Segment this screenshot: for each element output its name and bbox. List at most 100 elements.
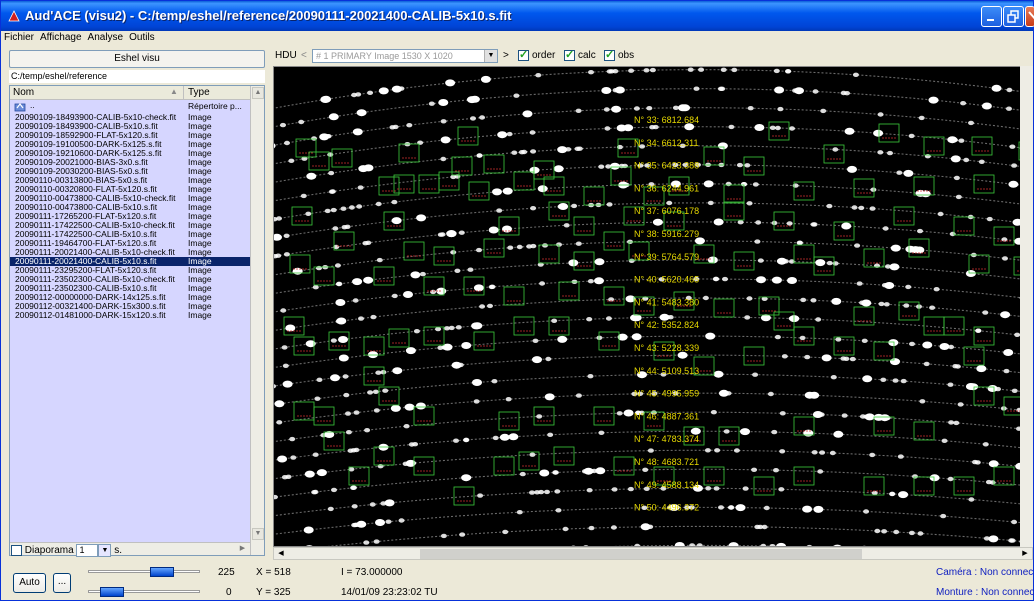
file-list-vertical-scrollbar[interactable]: ▲ ▼ xyxy=(250,86,264,555)
diaporama-interval-input[interactable]: 1 xyxy=(76,544,99,557)
app-icon xyxy=(8,10,20,22)
emission-line-spot xyxy=(321,95,332,103)
emission-line-spot xyxy=(406,123,413,128)
menu-fichier[interactable]: Fichier xyxy=(1,31,37,43)
emission-line-spot xyxy=(900,378,907,384)
emission-line-spot xyxy=(647,448,654,453)
emission-line-spot xyxy=(603,107,610,112)
order-checkbox-group[interactable]: order xyxy=(518,48,555,61)
emission-line-spot xyxy=(316,469,327,477)
emission-line-spot xyxy=(756,276,766,284)
emission-line-spot xyxy=(797,240,803,245)
scroll-down-arrow-icon[interactable]: ▼ xyxy=(252,528,264,540)
emission-line-spot xyxy=(849,356,856,362)
hdu-prev-button[interactable]: < xyxy=(301,50,307,61)
order-label: N° 47: 4783.374 xyxy=(634,434,699,444)
emission-line-spot xyxy=(537,185,548,193)
viewer-horizontal-scrollbar[interactable]: ◀ ▶ xyxy=(273,547,1033,560)
emission-line-spot xyxy=(717,142,728,150)
emission-line-spot xyxy=(440,533,447,539)
viewer-scroll-thumb[interactable] xyxy=(420,549,862,559)
emission-line-spot xyxy=(735,504,746,512)
more-options-button[interactable]: ... xyxy=(53,573,71,593)
emission-line-spot xyxy=(285,474,292,479)
echelle-spectrum-canvas[interactable]: N° 33: 6812.684 N° 34: 6612.311 N° 35: 642… xyxy=(274,67,1033,547)
emission-line-spot xyxy=(817,469,824,474)
emission-line-spot xyxy=(893,529,900,535)
diaporama-dropdown-arrow-icon[interactable]: ▼ xyxy=(98,544,112,557)
emission-line-spot xyxy=(496,208,503,213)
emission-line-spot xyxy=(372,389,379,394)
close-button[interactable] xyxy=(1025,6,1034,27)
viewer-scroll-left-arrow-icon[interactable]: ◀ xyxy=(275,548,287,559)
current-path[interactable]: C:/temp/eshel/reference xyxy=(9,70,265,83)
auto-button[interactable]: Auto xyxy=(13,573,46,593)
emission-line-spot xyxy=(316,377,323,382)
line-detection-box xyxy=(718,426,740,446)
minimize-button[interactable] xyxy=(981,6,1002,27)
emission-line-spot xyxy=(563,223,570,228)
restore-button[interactable] xyxy=(1003,6,1024,27)
high-threshold-knob[interactable] xyxy=(150,567,174,577)
low-threshold-slider[interactable] xyxy=(88,587,200,597)
low-threshold-knob[interactable] xyxy=(100,587,124,597)
emission-line-spot xyxy=(633,106,640,111)
emission-line-spot xyxy=(611,487,618,492)
title-bar[interactable]: Aud'ACE (visu2) - C:/temp/eshel/referenc… xyxy=(1,1,1034,31)
menu-outils[interactable]: Outils xyxy=(126,31,158,43)
emission-line-spot xyxy=(335,299,346,306)
file-row[interactable]: 20090112-01481000-DARK-15x120.s.fit Image xyxy=(10,311,250,320)
line-detection-box xyxy=(498,411,520,431)
emission-line-spot xyxy=(536,414,543,419)
emission-line-spot xyxy=(752,182,759,187)
emission-line-spot xyxy=(595,467,606,475)
camera-status: Caméra : Non connecté xyxy=(936,567,1034,578)
chevron-down-icon[interactable]: ▼ xyxy=(484,50,497,62)
line-detection-box xyxy=(723,184,745,204)
menu-analyse[interactable]: Analyse xyxy=(85,31,127,43)
emission-line-spot xyxy=(316,265,322,271)
menu-affichage[interactable]: Affichage xyxy=(37,31,85,43)
emission-line-spot xyxy=(981,102,992,110)
file-list[interactable]: Nom ▲ Type .. Répertoire p... 20090109-1… xyxy=(9,85,265,556)
line-detection-box xyxy=(583,186,605,206)
line-detection-box xyxy=(813,256,835,276)
order-label: N° 48: 4683.721 xyxy=(634,457,699,467)
high-threshold-slider[interactable] xyxy=(88,567,200,577)
emission-line-spot xyxy=(702,295,709,301)
eshel-visu-button[interactable]: Eshel visu xyxy=(9,50,265,68)
emission-line-spot xyxy=(350,485,357,490)
column-header-type[interactable]: Type xyxy=(183,86,210,100)
emission-line-spot xyxy=(889,491,896,497)
emission-line-spot xyxy=(879,414,890,422)
column-header-name[interactable]: Nom xyxy=(13,87,34,98)
hdu-next-button[interactable]: > xyxy=(503,50,509,61)
viewer-vertical-scrollbar[interactable] xyxy=(1020,66,1033,547)
emission-line-spot xyxy=(947,476,954,482)
emission-line-spot xyxy=(652,218,663,226)
emission-line-spot xyxy=(438,99,449,106)
calc-checkbox[interactable] xyxy=(564,48,575,61)
spectrum-image-viewer[interactable]: N° 33: 6812.684 N° 34: 6612.311 N° 35: 642… xyxy=(273,66,1033,547)
emission-line-spot xyxy=(799,335,806,341)
diaporama-checkbox[interactable] xyxy=(11,545,22,556)
emission-line-spot xyxy=(854,243,861,248)
emission-line-spot xyxy=(852,72,859,77)
obs-checkbox-group[interactable]: obs xyxy=(604,48,634,61)
emission-line-spot xyxy=(779,411,786,416)
viewer-scroll-right-arrow-icon[interactable]: ▶ xyxy=(1019,548,1031,559)
emission-line-spot xyxy=(810,298,817,303)
scroll-up-arrow-icon[interactable]: ▲ xyxy=(252,87,264,99)
obs-checkbox[interactable] xyxy=(604,48,615,61)
emission-line-spot xyxy=(476,153,483,158)
line-detection-box xyxy=(703,146,725,166)
emission-line-spot xyxy=(492,188,502,196)
emission-line-spot xyxy=(358,316,364,321)
hdu-select[interactable]: # 1 PRIMARY Image 1530 X 1020 ▼ xyxy=(312,49,498,63)
emission-line-spot xyxy=(819,450,826,455)
order-label: N° 41: 5483.380 xyxy=(634,297,699,307)
emission-line-spot xyxy=(666,200,673,206)
calc-checkbox-group[interactable]: calc xyxy=(564,48,596,61)
order-checkbox[interactable] xyxy=(518,48,529,61)
scroll-right-arrow-icon[interactable]: ▶ xyxy=(236,543,249,555)
